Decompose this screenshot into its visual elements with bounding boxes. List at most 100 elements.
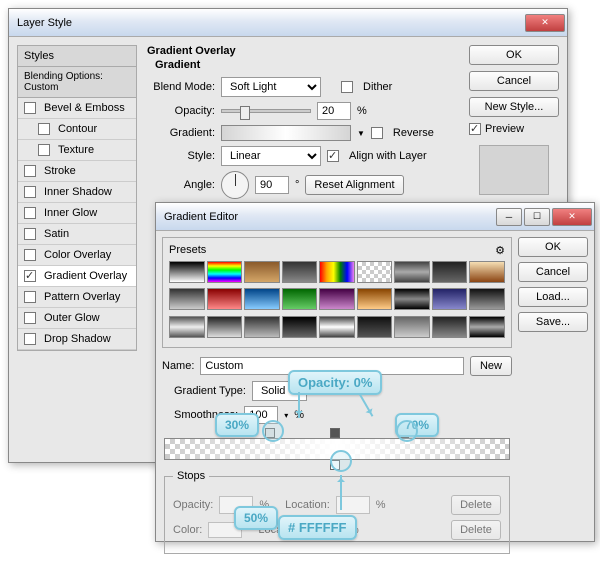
- callout-30: 30%: [215, 413, 259, 437]
- highlight-circle: [396, 420, 418, 442]
- close-button[interactable]: ✕: [525, 14, 565, 32]
- style-checkbox[interactable]: [24, 228, 36, 240]
- style-select[interactable]: Linear: [221, 146, 321, 166]
- styles-list: Styles Blending Options: Custom Bevel & …: [17, 45, 137, 351]
- reset-alignment-button[interactable]: Reset Alignment: [305, 175, 403, 195]
- preset-swatch[interactable]: [469, 316, 505, 338]
- style-checkbox[interactable]: [24, 249, 36, 261]
- preset-swatch[interactable]: [357, 288, 393, 310]
- cancel-button[interactable]: Cancel: [469, 71, 559, 91]
- opacity-label: Opacity:: [147, 105, 215, 117]
- style-checkbox[interactable]: [24, 102, 36, 114]
- new-button[interactable]: New: [470, 356, 512, 376]
- align-checkbox[interactable]: [327, 150, 339, 162]
- preset-swatch[interactable]: [207, 288, 243, 310]
- ok-button[interactable]: OK: [469, 45, 559, 65]
- style-checkbox[interactable]: [24, 291, 36, 303]
- preset-swatch[interactable]: [432, 288, 468, 310]
- styles-header[interactable]: Styles: [18, 46, 136, 67]
- stops-group: Stops Opacity:% Location:% Delete Color:…: [164, 470, 510, 554]
- style-item[interactable]: Inner Glow: [18, 203, 136, 224]
- style-checkbox[interactable]: [38, 144, 50, 156]
- preset-swatch[interactable]: [394, 261, 430, 283]
- window-title: Gradient Editor: [164, 211, 494, 223]
- style-item[interactable]: Pattern Overlay: [18, 287, 136, 308]
- arrow-icon: [340, 475, 342, 510]
- preset-swatch[interactable]: [282, 288, 318, 310]
- preset-swatch[interactable]: [207, 316, 243, 338]
- style-item[interactable]: Contour: [18, 119, 136, 140]
- style-checkbox[interactable]: [24, 333, 36, 345]
- style-item[interactable]: Color Overlay: [18, 245, 136, 266]
- preset-swatch[interactable]: [469, 261, 505, 283]
- angle-dial[interactable]: [221, 171, 249, 199]
- dither-checkbox[interactable]: [341, 81, 353, 93]
- load-button[interactable]: Load...: [518, 287, 588, 307]
- preview-swatch: [479, 145, 549, 195]
- preset-swatch[interactable]: [319, 288, 355, 310]
- angle-label: Angle:: [147, 179, 215, 191]
- style-checkbox[interactable]: [24, 270, 36, 282]
- presets-group: Presets⚙: [162, 237, 512, 348]
- preset-swatch[interactable]: [244, 261, 280, 283]
- preset-swatch[interactable]: [432, 261, 468, 283]
- preset-swatch[interactable]: [244, 316, 280, 338]
- preset-swatch[interactable]: [319, 261, 355, 283]
- preset-swatch[interactable]: [169, 288, 205, 310]
- preset-swatch[interactable]: [169, 316, 205, 338]
- preset-swatch[interactable]: [469, 288, 505, 310]
- ok-button[interactable]: OK: [518, 237, 588, 257]
- opacity-slider[interactable]: [221, 109, 311, 113]
- save-button[interactable]: Save...: [518, 312, 588, 332]
- delete-color-stop-button: Delete: [451, 520, 501, 540]
- style-checkbox[interactable]: [38, 123, 50, 135]
- close-button[interactable]: ✕: [552, 208, 592, 226]
- style-item[interactable]: Outer Glow: [18, 308, 136, 329]
- minimize-button[interactable]: ─: [496, 208, 522, 226]
- style-checkbox[interactable]: [24, 165, 36, 177]
- style-checkbox[interactable]: [24, 312, 36, 324]
- window-title: Layer Style: [17, 17, 523, 29]
- cancel-button[interactable]: Cancel: [518, 262, 588, 282]
- style-item[interactable]: Drop Shadow: [18, 329, 136, 350]
- highlight-circle: [262, 420, 284, 442]
- titlebar[interactable]: Gradient Editor ─ ☐ ✕: [156, 203, 594, 231]
- maximize-button[interactable]: ☐: [524, 208, 550, 226]
- preset-swatch[interactable]: [394, 316, 430, 338]
- style-checkbox[interactable]: [24, 207, 36, 219]
- preview-checkbox[interactable]: [469, 123, 481, 135]
- angle-input[interactable]: [255, 176, 289, 194]
- arrow-icon: [298, 392, 300, 418]
- preset-swatch[interactable]: [357, 261, 393, 283]
- preset-swatch[interactable]: [357, 316, 393, 338]
- blending-options[interactable]: Blending Options: Custom: [18, 67, 136, 98]
- style-item[interactable]: Texture: [18, 140, 136, 161]
- preset-swatch[interactable]: [169, 261, 205, 283]
- blend-mode-select[interactable]: Soft Light: [221, 77, 321, 97]
- style-item[interactable]: Inner Shadow: [18, 182, 136, 203]
- delete-opacity-stop-button: Delete: [451, 495, 501, 515]
- highlight-circle: [330, 450, 352, 472]
- gear-icon[interactable]: ⚙: [495, 244, 505, 257]
- preset-swatch[interactable]: [319, 316, 355, 338]
- style-item[interactable]: Satin: [18, 224, 136, 245]
- style-item[interactable]: Gradient Overlay: [18, 266, 136, 287]
- gradient-preview[interactable]: [221, 125, 351, 141]
- style-item[interactable]: Bevel & Emboss: [18, 98, 136, 119]
- style-checkbox[interactable]: [24, 186, 36, 198]
- opacity-stop-mid[interactable]: [330, 428, 340, 438]
- preset-swatch[interactable]: [394, 288, 430, 310]
- panel-title: Gradient Overlay: [147, 45, 459, 57]
- preset-swatch[interactable]: [207, 261, 243, 283]
- titlebar[interactable]: Layer Style ✕: [9, 9, 567, 37]
- new-style-button[interactable]: New Style...: [469, 97, 559, 117]
- style-item[interactable]: Stroke: [18, 161, 136, 182]
- reverse-checkbox[interactable]: [371, 127, 383, 139]
- opacity-input[interactable]: [317, 102, 351, 120]
- preset-swatch[interactable]: [282, 261, 318, 283]
- preset-swatch[interactable]: [282, 316, 318, 338]
- preset-swatch[interactable]: [244, 288, 280, 310]
- preset-swatch[interactable]: [432, 316, 468, 338]
- callout-50: 50%: [234, 506, 278, 530]
- panel-subtitle: Gradient: [155, 59, 459, 71]
